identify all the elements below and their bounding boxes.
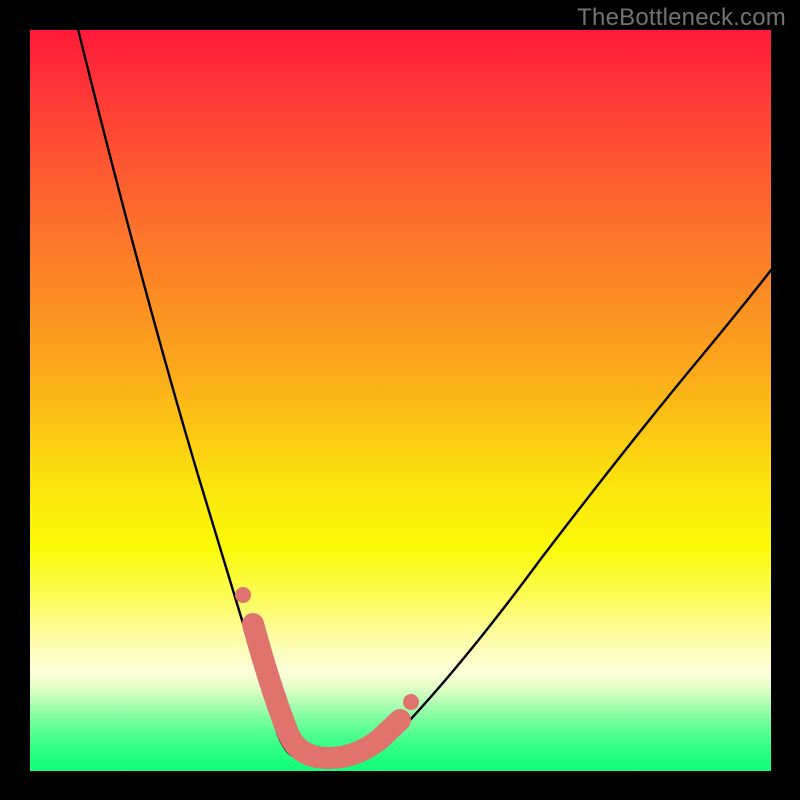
plot-area [30, 30, 771, 771]
valley-highlight-stroke [253, 624, 400, 758]
valley-end-dot-right [403, 694, 419, 710]
bottleneck-curve-right [326, 265, 771, 758]
bottleneck-curve-left [77, 30, 326, 759]
chart-stage: TheBottleneck.com [0, 0, 800, 800]
curve-layer [30, 30, 771, 771]
valley-end-dot-left [235, 587, 251, 603]
watermark-text: TheBottleneck.com [577, 4, 786, 32]
